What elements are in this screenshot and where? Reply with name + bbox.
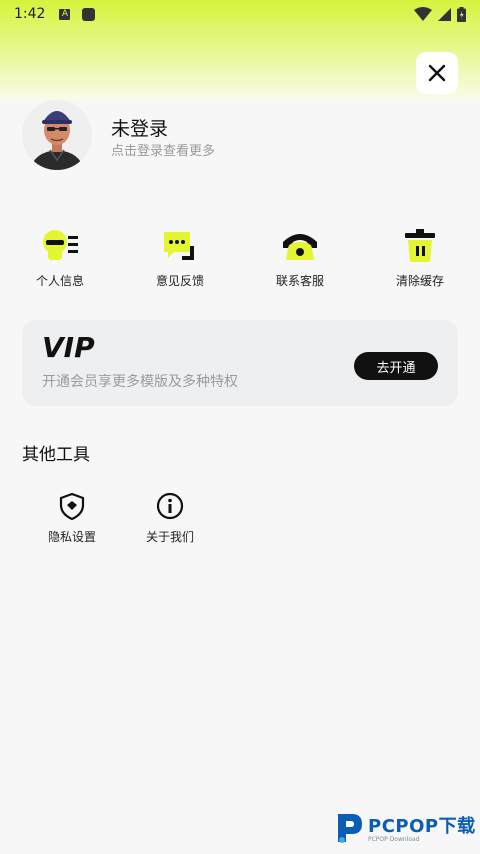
quick-action-label: 联系客服 [275, 274, 324, 288]
quick-action-label: 个人信息 [35, 274, 84, 288]
app-notification-icon [82, 7, 96, 21]
quick-action-label: 意见反馈 [155, 274, 204, 288]
notification-a-icon: A [59, 8, 71, 20]
main-content: 未登录 点击登录查看更多 个人信息 意见反馈 联系客服 清除缓存 VIP 开通会… [0, 100, 480, 854]
quick-action-service[interactable]: 联系客服 [240, 226, 360, 296]
pcpop-logo-icon [338, 814, 362, 843]
vip-description: 开通会员享更多模版及多种特权 [42, 374, 238, 390]
quick-action-label: 清除缓存 [395, 274, 444, 288]
info-icon [156, 492, 184, 520]
other-tools-title: 其他工具 [22, 445, 90, 465]
vip-logo-text: VIP [42, 334, 95, 360]
user-name[interactable]: 未登录 [111, 114, 168, 141]
vip-activate-button[interactable]: 去开通 [354, 352, 438, 380]
watermark-brand: PCPOP下载 [368, 815, 476, 837]
quick-action-feedback[interactable]: 意见反馈 [120, 226, 240, 296]
close-button[interactable] [416, 52, 458, 94]
vip-card[interactable]: VIP 开通会员享更多模版及多种特权 去开通 [22, 320, 458, 406]
avatar-illustration [22, 100, 92, 170]
tool-label: 关于我们 [145, 530, 194, 544]
status-bar: 1:42 A [0, 0, 480, 28]
vip-logo: VIP [42, 334, 95, 360]
status-time: 1:42 [14, 6, 46, 22]
feedback-chat-icon [164, 232, 194, 260]
trash-icon [405, 229, 435, 262]
quick-action-clear-cache[interactable]: 清除缓存 [360, 226, 480, 296]
tool-privacy-settings[interactable]: 隐私设置 [22, 492, 122, 545]
signal-icon [438, 7, 451, 21]
quick-actions: 个人信息 意见反馈 联系客服 清除缓存 [0, 226, 480, 296]
phone-icon [283, 234, 317, 260]
login-hint[interactable]: 点击登录查看更多 [111, 140, 215, 159]
quick-action-profile[interactable]: 个人信息 [0, 226, 120, 296]
shield-icon [59, 492, 85, 520]
other-tools-list: 隐私设置 关于我们 [22, 492, 218, 545]
avatar[interactable] [22, 100, 92, 170]
profile-card-icon [43, 230, 78, 260]
wifi-icon [414, 7, 432, 21]
battery-icon [457, 6, 466, 22]
tool-label: 隐私设置 [47, 530, 96, 544]
close-icon [428, 64, 446, 82]
watermark: PCPOP下载 PCPOP Download [334, 810, 476, 844]
tool-about-us[interactable]: 关于我们 [122, 492, 218, 545]
